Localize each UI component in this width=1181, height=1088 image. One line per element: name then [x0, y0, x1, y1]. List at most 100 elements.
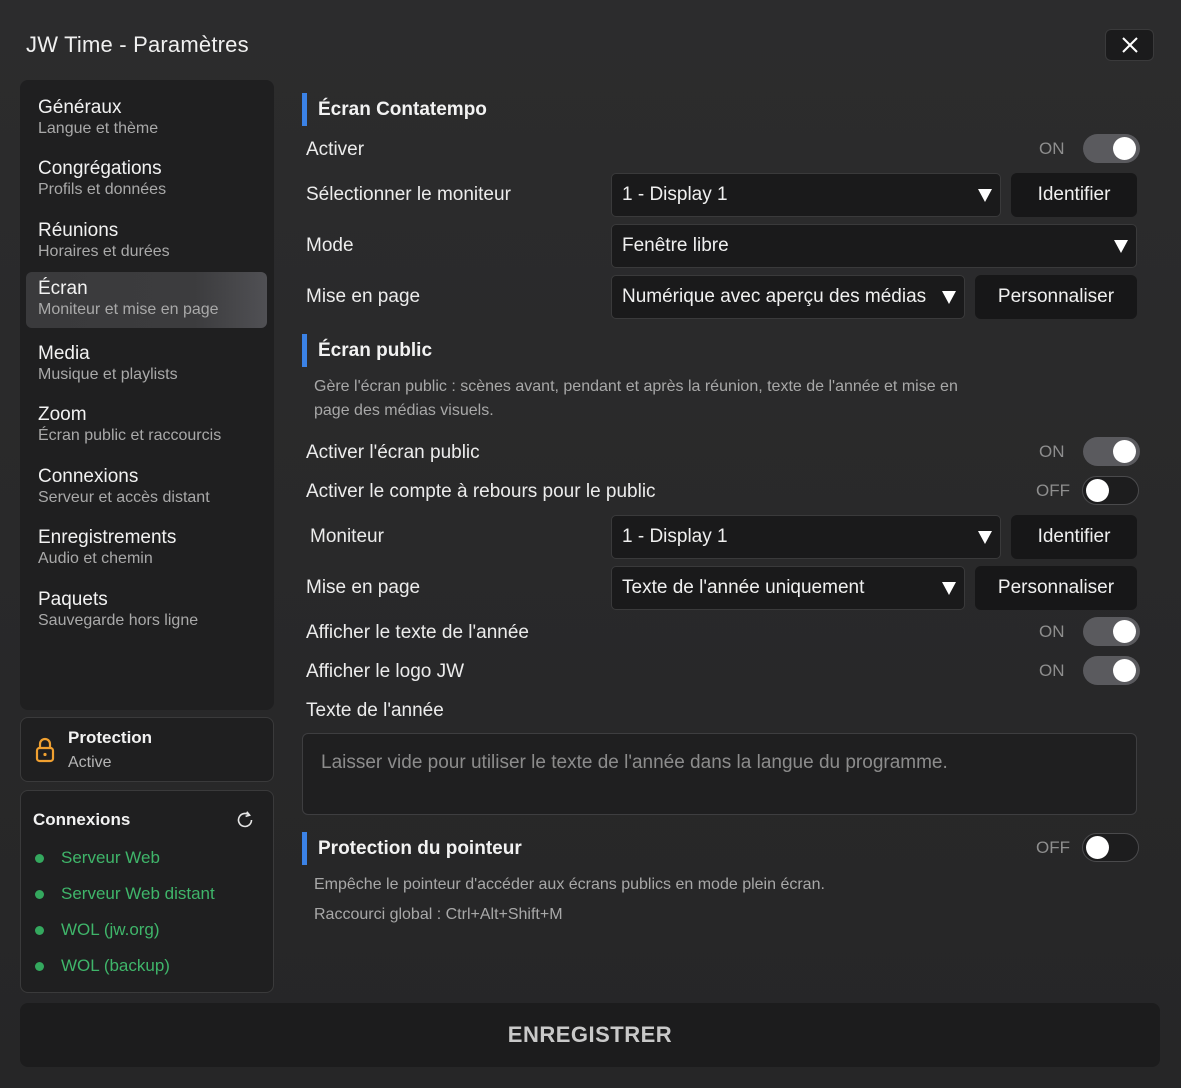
sidebar-item-zoom[interactable]: Zoom Écran public et raccourcis — [26, 398, 267, 454]
activate-public-screen-toggle-group: ON — [1039, 437, 1140, 466]
sidebar-item-title: Réunions — [38, 220, 119, 241]
sidebar-item-subtitle: Audio et chemin — [38, 550, 153, 567]
toggle-state-label: OFF — [1036, 837, 1070, 857]
toggle-state-label: ON — [1039, 660, 1065, 680]
show-jw-logo-toggle-group: ON — [1039, 656, 1140, 685]
toggle-knob — [1113, 137, 1136, 160]
caret-down-icon — [1114, 240, 1128, 253]
public-layout-label: Mise en page — [306, 577, 421, 598]
connection-item-wol-backup: WOL (backup) — [35, 956, 170, 976]
sidebar-item-title: Connexions — [38, 466, 139, 487]
public-layout-select[interactable]: Texte de l'année uniquement — [611, 566, 965, 610]
sidebar-item-title: Généraux — [38, 97, 122, 118]
sidebar-item-generaux[interactable]: Généraux Langue et thème — [26, 91, 267, 147]
public-identify-button[interactable]: Identifier — [1011, 515, 1137, 559]
status-dot — [35, 961, 44, 971]
select-value: Fenêtre libre — [622, 235, 729, 256]
pointer-protection-description: Empêche le pointeur d'accéder aux écrans… — [314, 876, 825, 893]
contatempo-monitor-select[interactable]: 1 - Display 1 — [611, 173, 1001, 217]
status-dot — [35, 889, 44, 899]
sidebar-item-title: Paquets — [38, 589, 108, 610]
contatempo-layout-select[interactable]: Numérique avec aperçu des médias — [611, 275, 965, 319]
sidebar-item-subtitle: Langue et thème — [38, 120, 159, 137]
close-button[interactable] — [1105, 29, 1154, 61]
public-monitor-label: Moniteur — [310, 526, 384, 547]
sidebar-item-subtitle: Profils et données — [38, 181, 167, 198]
sidebar-item-subtitle: Moniteur et mise en page — [38, 301, 219, 318]
select-monitor-label: Sélectionner le moniteur — [306, 184, 511, 205]
contatempo-mode-select[interactable]: Fenêtre libre — [611, 224, 1137, 268]
sidebar-item-title: Media — [38, 343, 90, 364]
section-heading-contatempo: Écran Contatempo — [302, 93, 602, 126]
toggle-knob — [1086, 836, 1109, 859]
lock-icon — [35, 737, 55, 763]
activate-contatempo-toggle[interactable] — [1083, 134, 1140, 163]
show-jw-logo-label: Afficher le logo JW — [306, 661, 465, 682]
toggle-state-label: ON — [1039, 138, 1065, 158]
toggle-knob — [1086, 479, 1109, 502]
toggle-knob — [1113, 659, 1136, 682]
activate-contatempo-label: Activer — [306, 139, 365, 160]
public-screen-description-line2: page des médias visuels. — [314, 402, 494, 419]
sidebar-item-connexions[interactable]: Connexions Serveur et accès distant — [26, 460, 267, 516]
connection-item-remote-web-server: Serveur Web distant — [35, 884, 215, 904]
sidebar-item-reunions[interactable]: Réunions Horaires et durées — [26, 214, 267, 270]
sidebar-item-subtitle: Sauvegarde hors ligne — [38, 612, 199, 629]
toggle-state-label: ON — [1039, 441, 1065, 461]
window-title: JW Time - Paramètres — [26, 32, 249, 57]
yeartext-placeholder: Laisser vide pour utiliser le texte de l… — [321, 752, 948, 773]
connection-item-web-server: Serveur Web — [35, 848, 160, 868]
public-monitor-select[interactable]: 1 - Display 1 — [611, 515, 1001, 559]
refresh-icon[interactable] — [234, 809, 256, 831]
sidebar-item-paquets[interactable]: Paquets Sauvegarde hors ligne — [26, 583, 267, 639]
caret-down-icon — [978, 531, 992, 544]
activate-contatempo-toggle-group: ON — [1039, 134, 1140, 163]
connection-label: Serveur Web — [61, 848, 160, 867]
sidebar-item-congregations[interactable]: Congrégations Profils et données — [26, 152, 267, 208]
select-value: Numérique avec aperçu des médias — [622, 286, 927, 307]
pointer-protection-toggle[interactable] — [1082, 833, 1139, 862]
toggle-knob — [1113, 440, 1136, 463]
pointer-protection-toggle-group: OFF — [1036, 833, 1139, 862]
show-yeartext-toggle[interactable] — [1083, 617, 1140, 646]
contatempo-layout-label: Mise en page — [306, 286, 421, 307]
protection-title: Protection — [68, 728, 153, 747]
protection-status: Active — [68, 754, 112, 771]
save-button[interactable]: ENREGISTRER — [20, 1003, 1160, 1067]
yeartext-label: Texte de l'année — [306, 700, 444, 721]
sidebar-item-ecran[interactable]: Écran Moniteur et mise en page — [26, 272, 267, 328]
connection-label: Serveur Web distant — [61, 884, 215, 903]
protection-panel[interactable]: Protection Active — [20, 717, 274, 782]
caret-down-icon — [978, 189, 992, 202]
sidebar-item-subtitle: Écran public et raccourcis — [38, 427, 222, 444]
activate-public-screen-toggle[interactable] — [1083, 437, 1140, 466]
select-value: Texte de l'année uniquement — [622, 577, 865, 598]
contatempo-customize-button[interactable]: Personnaliser — [975, 275, 1137, 319]
public-countdown-label: Activer le compte à rebours pour le publ… — [306, 481, 656, 502]
connections-panel: Connexions Serveur Web Serveur Web dista… — [20, 790, 274, 993]
toggle-state-label: ON — [1039, 621, 1065, 641]
activate-public-screen-label: Activer l'écran public — [306, 442, 480, 463]
settings-window: JW Time - Paramètres Généraux Langue et … — [0, 0, 1181, 1088]
close-icon — [1121, 37, 1138, 53]
show-jw-logo-toggle[interactable] — [1083, 656, 1140, 685]
sidebar-item-title: Congrégations — [38, 158, 162, 179]
mode-label: Mode — [306, 235, 354, 256]
sidebar-item-enregistrements[interactable]: Enregistrements Audio et chemin — [26, 521, 267, 577]
select-value: 1 - Display 1 — [622, 526, 728, 547]
contatempo-identify-button[interactable]: Identifier — [1011, 173, 1137, 217]
public-customize-button[interactable]: Personnaliser — [975, 566, 1137, 610]
select-value: 1 - Display 1 — [622, 184, 728, 205]
yeartext-input[interactable]: Laisser vide pour utiliser le texte de l… — [302, 733, 1137, 815]
sidebar-item-media[interactable]: Media Musique et playlists — [26, 337, 267, 393]
status-dot — [35, 925, 44, 935]
show-yeartext-label: Afficher le texte de l'année — [306, 622, 529, 643]
sidebar-item-title: Zoom — [38, 404, 87, 425]
public-countdown-toggle[interactable] — [1082, 476, 1139, 505]
public-countdown-toggle-group: OFF — [1036, 476, 1139, 505]
section-heading-pointer-protection: Protection du pointeur — [302, 832, 602, 865]
sidebar-item-subtitle: Horaires et durées — [38, 243, 170, 260]
sidebar-item-subtitle: Serveur et accès distant — [38, 489, 210, 506]
toggle-knob — [1113, 620, 1136, 643]
sidebar-item-title: Enregistrements — [38, 527, 177, 548]
